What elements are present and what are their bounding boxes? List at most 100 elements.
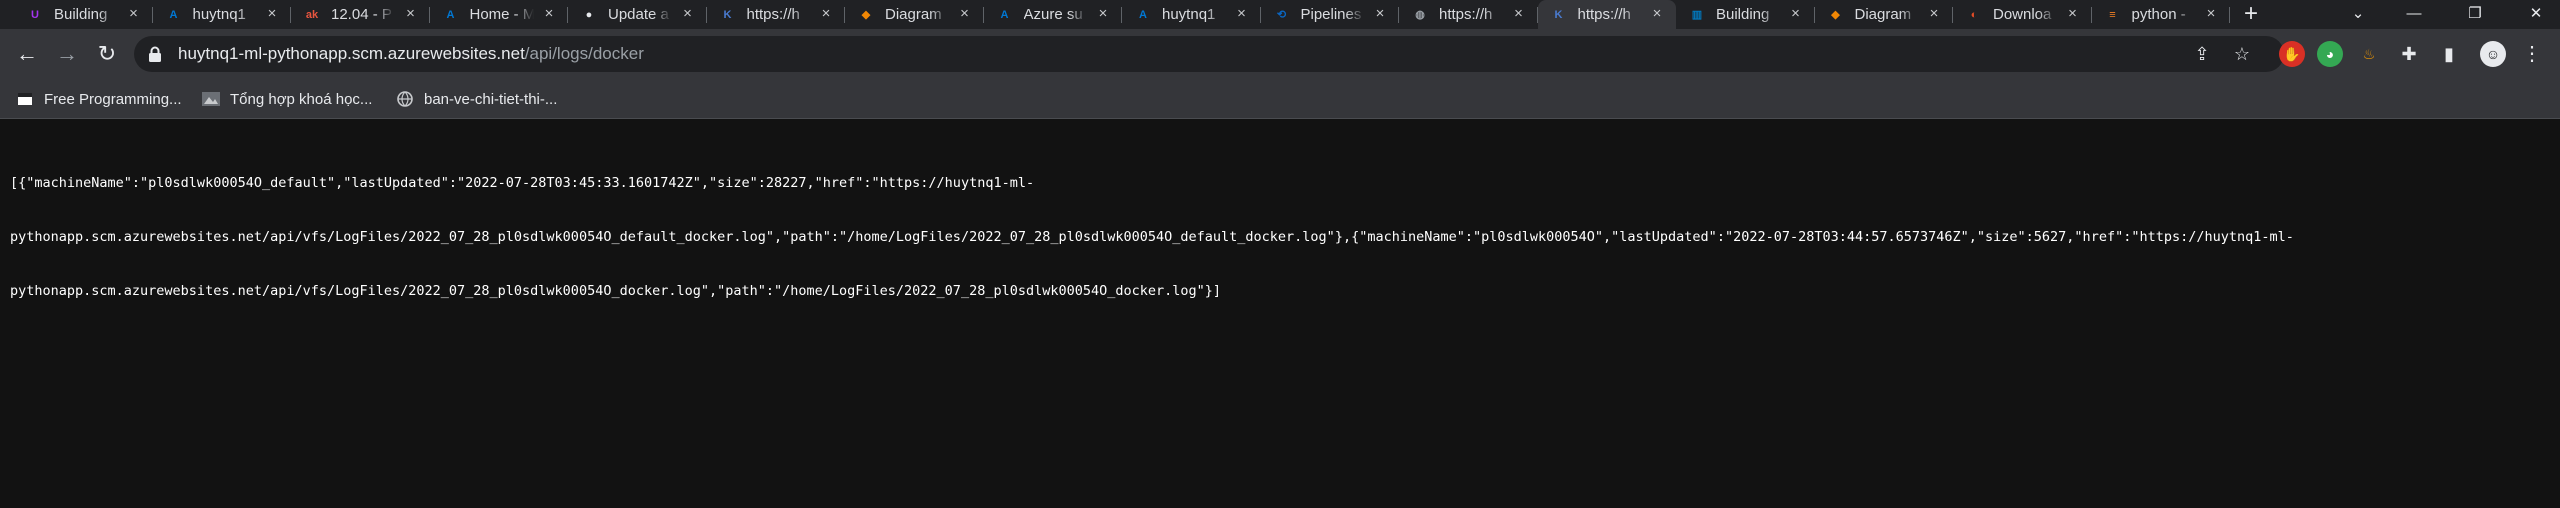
browser-tab[interactable]: ◆ Diagram ×	[845, 0, 984, 29]
globe-icon	[396, 90, 414, 108]
side-panel-icon[interactable]: ▮	[2436, 41, 2462, 67]
stackoverflow-icon: ≡	[2109, 8, 2116, 21]
close-tab-icon[interactable]: ×	[263, 5, 281, 23]
browser-tab[interactable]: ▥ Building ×	[1676, 0, 1815, 29]
tab-list: U Building × Ahuytnq1 × ak 12.04 - P × A Home - M…	[14, 0, 2230, 29]
tab-title: https://h	[1577, 6, 1631, 23]
tab-title: Pipelines	[1300, 6, 1362, 23]
browser-tab[interactable]: ● Update a ×	[568, 0, 707, 29]
drawio-icon: ◆	[1831, 9, 1840, 21]
bookmarks-bar: Free Programming... Tổng hợp khoá học...…	[0, 79, 2560, 119]
tab-title: huytnq1	[192, 6, 246, 23]
close-tab-icon[interactable]: ×	[540, 5, 558, 23]
bookmark-label: Tổng hợp khoá học...	[230, 90, 373, 108]
browser-tab[interactable]: Ahuytnq1 ×	[1122, 0, 1261, 29]
close-tab-icon[interactable]: ×	[679, 5, 697, 23]
bookmark-label: Free Programming...	[44, 90, 182, 108]
json-line: [{"machineName":"pl0sdlwk00054O_default"…	[10, 175, 1035, 191]
tab-title: Update a	[608, 6, 669, 23]
tab-title: Downloa	[1993, 6, 2052, 23]
udemy-icon: U	[31, 8, 39, 21]
tab-title: Building	[54, 6, 108, 23]
tab-title: Diagram	[885, 6, 942, 23]
tab-title: python -	[2131, 6, 2186, 23]
tab-title: 12.04 - P	[331, 6, 392, 23]
drawio-icon: ◆	[861, 9, 871, 21]
reload-button[interactable]: ↻	[92, 39, 122, 69]
github-icon: ●	[585, 8, 593, 21]
close-tab-icon[interactable]: ×	[1925, 5, 1943, 23]
json-line: pythonapp.scm.azurewebsites.net/api/vfs/…	[10, 229, 2294, 245]
kudu-icon: K	[1554, 8, 1563, 21]
azure-icon: A	[169, 8, 178, 21]
azure-icon: A	[1139, 8, 1147, 21]
json-line: pythonapp.scm.azurewebsites.net/api/vfs/…	[10, 283, 1222, 299]
close-tab-icon[interactable]: ×	[956, 5, 974, 23]
app-icon: ak	[305, 8, 319, 21]
tab-title: Home - M	[469, 6, 534, 23]
share-icon[interactable]: ⇪	[2190, 42, 2214, 66]
extension-flame-icon[interactable]: ♨	[2356, 41, 2382, 67]
bookmark-label: ban-ve-chi-tiet-thi-...	[424, 90, 558, 108]
url-text[interactable]: huytnq1-ml-pythonapp.scm.azurewebsites.n…	[178, 36, 644, 72]
browser-tab[interactable]: ◆ Diagram ×	[1815, 0, 1953, 29]
close-tab-icon[interactable]: ×	[1648, 5, 1666, 23]
close-tab-icon[interactable]: ×	[1371, 5, 1389, 23]
tab-title: Building	[1716, 6, 1770, 23]
browser-tab[interactable]: ≡ python - ×	[2092, 0, 2230, 29]
browser-tab[interactable]: Khttps://h ×	[1537, 0, 1676, 29]
bookmark-item[interactable]: ban-ve-chi-tiet-thi-...	[396, 79, 557, 119]
browser-tab[interactable]: ⟲ Pipelines ×	[1261, 0, 1399, 29]
globe-icon: ◍	[1415, 9, 1425, 21]
bookmark-image-icon	[202, 90, 220, 108]
url-host: huytnq1-ml-pythonapp.scm.azurewebsites.n…	[178, 44, 525, 63]
close-window-button[interactable]: ✕	[2508, 0, 2560, 29]
browser-tab[interactable]: A Home - M ×	[430, 0, 568, 29]
url-path: /api/logs/docker	[524, 44, 644, 63]
browser-tab[interactable]: ak 12.04 - P ×	[291, 0, 430, 29]
close-tab-icon[interactable]: ×	[1787, 5, 1805, 23]
download-site-icon: ◐	[1970, 8, 1978, 21]
azure-icon: A	[446, 8, 455, 21]
close-tab-icon[interactable]: ×	[402, 5, 420, 23]
browser-tab[interactable]: Khttps://h ×	[707, 0, 845, 29]
browser-tab[interactable]: ◐ Downloa ×	[1953, 0, 2092, 29]
menu-kebab-icon[interactable]: ⋮	[2519, 41, 2545, 67]
tab-title: https://h	[1439, 6, 1493, 23]
browser-tab[interactable]: ◍ https://h ×	[1399, 0, 1538, 29]
restore-button[interactable]: ❐	[2447, 0, 2503, 29]
browser-tab[interactable]: A Azure su ×	[984, 0, 1122, 29]
profile-avatar[interactable]: ☺	[2480, 41, 2506, 67]
new-tab-button[interactable]: +	[2238, 2, 2264, 28]
tab-strip: U Building × Ahuytnq1 × ak 12.04 - P × A Home - M…	[0, 0, 2560, 29]
tab-separator	[2229, 7, 2230, 23]
close-tab-icon[interactable]: ×	[1233, 5, 1251, 23]
back-button[interactable]: ←	[12, 39, 42, 69]
browser-toolbar: ← → ↻ huytnq1-ml-pythonapp.scm.azurewebs…	[0, 29, 2560, 79]
bookmark-item[interactable]: Free Programming...	[16, 79, 182, 119]
close-tab-icon[interactable]: ×	[1094, 5, 1112, 23]
close-tab-icon[interactable]: ×	[1510, 5, 1528, 23]
page-icon	[16, 90, 34, 108]
azure-devops-icon: ⟲	[1276, 9, 1287, 21]
bookmark-item[interactable]: Tổng hợp khoá học...	[202, 79, 372, 119]
azure-icon: A	[1000, 8, 1009, 21]
minimize-button[interactable]: —	[2386, 0, 2442, 29]
extensions-puzzle-icon[interactable]: ✚	[2396, 41, 2422, 67]
tab-search-icon[interactable]: ⌄	[2330, 0, 2386, 29]
browser-tab[interactable]: U Building ×	[14, 0, 153, 29]
address-bar[interactable]: huytnq1-ml-pythonapp.scm.azurewebsites.n…	[134, 36, 2284, 72]
extension-adblock-icon[interactable]: ✋	[2279, 41, 2305, 67]
close-tab-icon[interactable]: ×	[2202, 5, 2220, 23]
close-tab-icon[interactable]: ×	[2064, 5, 2082, 23]
tab-title: https://h	[746, 6, 800, 23]
forward-button[interactable]: →	[52, 39, 82, 69]
browser-tab[interactable]: Ahuytnq1 ×	[153, 0, 291, 29]
bookmark-star-icon[interactable]: ☆	[2230, 42, 2254, 66]
page-content: [{"machineName":"pl0sdlwk00054O_default"…	[0, 120, 2560, 508]
close-tab-icon[interactable]: ×	[125, 5, 143, 23]
tab-title: huytnq1	[1162, 6, 1216, 23]
json-response: [{"machineName":"pl0sdlwk00054O_default"…	[10, 138, 2550, 336]
close-tab-icon[interactable]: ×	[817, 5, 835, 23]
extension-color-icon[interactable]: ◕	[2317, 41, 2343, 67]
